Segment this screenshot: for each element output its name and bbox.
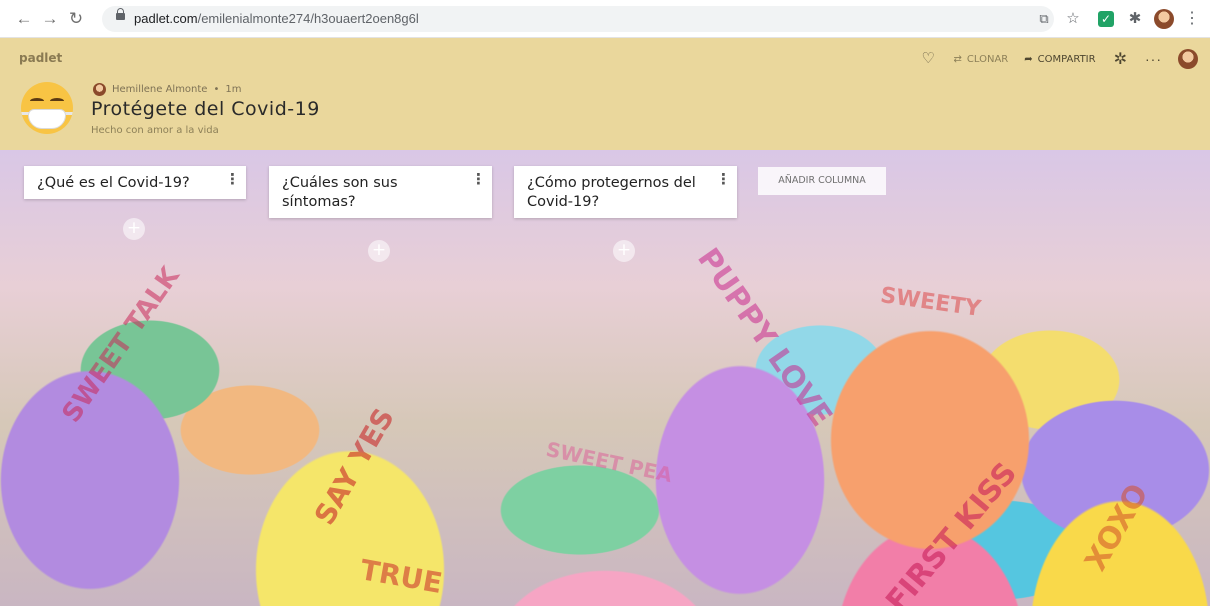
reload-icon[interactable]: ↻: [66, 9, 86, 29]
share-arrow-icon: ➦: [1024, 53, 1033, 65]
url-text[interactable]: padlet.com/emilenialmonte274/h3ouaert2oe…: [134, 11, 419, 26]
column-menu-icon[interactable]: ⋮: [471, 172, 486, 187]
candy-text: PUPPY LOVE: [690, 241, 839, 434]
candy-text: SAY YES: [307, 402, 401, 531]
author-avatar: [93, 83, 106, 96]
add-post-button[interactable]: +: [368, 240, 390, 262]
padlet-logo[interactable]: padlet: [19, 51, 62, 65]
browser-menu-icon[interactable]: ⋮: [1182, 9, 1202, 29]
clone-label: CLONAR: [966, 53, 1009, 65]
time-ago: 1m: [225, 84, 242, 95]
column-header[interactable]: ¿Qué es el Covid-19? ⋮: [24, 166, 246, 199]
candy-text: SWEET TALK: [56, 261, 186, 429]
page-title[interactable]: Protégete del Covid-19: [91, 98, 320, 120]
add-column-button[interactable]: AÑADIR COLUMNA: [758, 167, 886, 195]
extensions-puzzle-icon[interactable]: ✱: [1125, 9, 1145, 29]
add-post-button[interactable]: +: [613, 240, 635, 262]
padlet-header: padlet ♡ ⇄ CLONAR ➦ COMPARTIR ✲ ··· Hemi…: [0, 38, 1210, 150]
user-avatar[interactable]: [1178, 49, 1198, 69]
candy-text: FIRST KISS: [879, 455, 1025, 606]
browser-toolbar: ← → ↻ padlet.com/emilenialmonte274/h3oua…: [0, 0, 1210, 38]
lock-icon[interactable]: [116, 8, 125, 20]
profile-avatar[interactable]: [1154, 9, 1174, 29]
header-actions: ♡ ⇄ CLONAR ➦ COMPARTIR ✲ ···: [922, 48, 1198, 70]
add-post-button[interactable]: +: [123, 218, 145, 240]
candy-text: SWEET PEA: [543, 436, 675, 488]
column-header[interactable]: ¿Cómo protegernos del Covid-19? ⋮: [514, 166, 737, 218]
gear-icon[interactable]: ✲: [1114, 49, 1127, 69]
candy-text: TRUE: [357, 553, 445, 600]
column-title[interactable]: ¿Qué es el Covid-19?: [37, 175, 190, 191]
candy-text: SWEETY: [878, 283, 983, 322]
address-bar[interactable]: padlet.com/emilenialmonte274/h3ouaert2oe…: [102, 6, 1054, 32]
bookmark-star-icon[interactable]: ☆: [1063, 9, 1083, 29]
column-header[interactable]: ¿Cuáles son sus síntomas? ⋮: [269, 166, 492, 218]
column-menu-icon[interactable]: ⋮: [225, 172, 240, 187]
url-path: /emilenialmonte274/h3ouaert2oen8g6l: [197, 11, 419, 26]
candy-text: XOXO: [1078, 478, 1156, 577]
wall-background: SWEET TALK SAY YES PUPPY LOVE SWEET PEA …: [0, 150, 1210, 606]
column-title[interactable]: ¿Cuáles son sus síntomas?: [282, 175, 398, 210]
heart-icon[interactable]: ♡: [922, 51, 938, 67]
column-title[interactable]: ¿Cómo protegernos del Covid-19?: [527, 175, 696, 210]
install-app-icon[interactable]: ⧉: [1034, 9, 1054, 29]
extension-check-icon[interactable]: ✓: [1098, 11, 1114, 27]
separator-dot: •: [213, 84, 220, 95]
url-host: padlet.com: [134, 11, 198, 26]
share-button[interactable]: ➦ COMPARTIR: [1024, 54, 1095, 65]
back-icon[interactable]: ←: [14, 9, 34, 29]
forward-icon[interactable]: →: [40, 9, 60, 29]
column-menu-icon[interactable]: ⋮: [716, 172, 731, 187]
page-subtitle: Hecho con amor a la vida: [91, 125, 219, 136]
more-icon[interactable]: ···: [1145, 51, 1162, 67]
clone-icon: ⇄: [953, 53, 962, 65]
author-name: Hemillene Almonte: [112, 84, 208, 95]
clone-button[interactable]: ⇄ CLONAR: [954, 54, 1009, 65]
face-mask-emoji-icon: [21, 82, 73, 134]
share-label: COMPARTIR: [1037, 53, 1096, 65]
author-row: Hemillene Almonte • 1m: [93, 83, 241, 96]
